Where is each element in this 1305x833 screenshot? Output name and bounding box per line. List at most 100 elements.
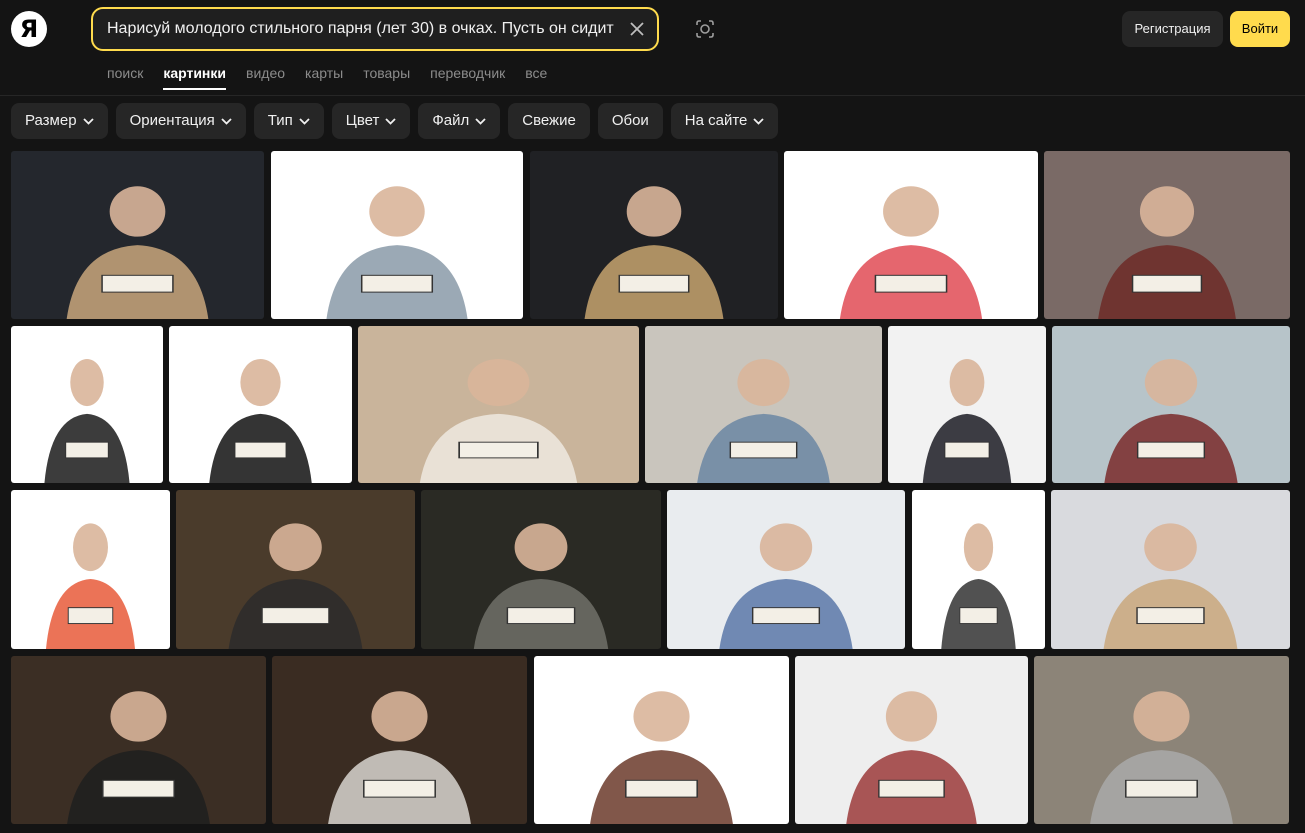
thumbnail-book-shape (101, 274, 174, 293)
filter-button-0[interactable]: Размер (11, 103, 108, 139)
thumbnail-head-shape (269, 523, 322, 572)
thumbnail-book-shape (944, 441, 990, 459)
header-divider (0, 95, 1305, 96)
image-thumbnail (326, 186, 468, 319)
image-result-2-5[interactable] (1051, 490, 1290, 649)
tab-6[interactable]: все (525, 60, 547, 90)
image-result-0-1[interactable] (271, 151, 523, 319)
image-search-button[interactable] (690, 14, 720, 44)
filter-label: Цвет (345, 112, 380, 129)
image-thumbnail (66, 186, 209, 319)
thumbnail-book-shape (360, 274, 434, 293)
image-result-2-2[interactable] (421, 490, 661, 649)
chevron-down-icon (753, 117, 765, 125)
chevron-down-icon (475, 117, 486, 125)
search-box[interactable]: Нарисуй молодого стильного парня (лет 30… (91, 7, 659, 51)
thumbnail-book-shape (506, 607, 576, 625)
image-thumbnail (67, 691, 210, 824)
image-thumbnail (44, 358, 130, 483)
image-thumbnail (1090, 691, 1233, 824)
thumbnail-head-shape (73, 523, 108, 572)
image-result-1-0[interactable] (11, 326, 163, 483)
thumbnail-head-shape (1133, 691, 1190, 742)
image-thumbnail (45, 523, 136, 649)
tab-4[interactable]: товары (363, 60, 410, 90)
image-result-0-3[interactable] (784, 151, 1038, 319)
thumbnail-book-shape (67, 607, 114, 625)
thumbnail-head-shape (369, 186, 425, 237)
login-button[interactable]: Войти (1230, 11, 1290, 47)
thumbnail-book-shape (1131, 274, 1203, 293)
thumbnail-book-shape (618, 274, 690, 293)
image-result-1-4[interactable] (888, 326, 1046, 483)
thumbnail-head-shape (737, 358, 790, 407)
filter-button-6[interactable]: Обои (597, 103, 663, 139)
filter-label: Обои (611, 112, 649, 129)
filter-button-1[interactable]: Ориентация (115, 103, 246, 139)
thumbnail-head-shape (885, 691, 938, 742)
thumbnail-book-shape (1136, 441, 1206, 459)
image-result-1-1[interactable] (169, 326, 352, 483)
thumbnail-head-shape (1144, 358, 1198, 407)
image-result-2-3[interactable] (667, 490, 905, 649)
image-thumbnail (328, 691, 471, 824)
register-button[interactable]: Регистрация (1122, 11, 1223, 47)
image-thumbnail (719, 523, 853, 649)
tab-1[interactable]: картинки (163, 60, 226, 90)
thumbnail-head-shape (633, 691, 690, 742)
image-result-1-2[interactable] (358, 326, 639, 483)
thumbnail-book-shape (959, 607, 998, 625)
thumbnail-head-shape (883, 186, 939, 237)
thumbnail-head-shape (371, 691, 428, 742)
filter-button-5[interactable]: Свежие (508, 103, 590, 139)
image-thumbnail (584, 186, 724, 319)
image-thumbnail (846, 691, 977, 824)
image-result-3-2[interactable] (534, 656, 789, 824)
header-bar: Я Нарисуй молодого стильного парня (лет … (0, 0, 1305, 96)
image-result-0-0[interactable] (11, 151, 264, 319)
thumbnail-head-shape (963, 523, 994, 572)
thumbnail-book-shape (878, 779, 945, 798)
image-result-0-4[interactable] (1044, 151, 1290, 319)
thumbnail-head-shape (70, 358, 104, 407)
thumbnail-book-shape (261, 607, 330, 625)
close-icon (630, 22, 644, 36)
filter-button-7[interactable]: На сайте (670, 103, 779, 139)
filter-button-2[interactable]: Тип (253, 103, 324, 139)
image-thumbnail (922, 358, 1012, 483)
thumbnail-head-shape (759, 523, 813, 572)
filter-button-3[interactable]: Цвет (331, 103, 411, 139)
image-result-2-1[interactable] (176, 490, 415, 649)
search-input[interactable]: Нарисуй молодого стильного парня (лет 30… (107, 9, 617, 49)
image-thumbnail (1098, 186, 1236, 319)
image-result-2-4[interactable] (912, 490, 1045, 649)
image-thumbnail (941, 523, 1016, 649)
image-result-1-5[interactable] (1052, 326, 1290, 483)
yandex-logo[interactable]: Я (11, 11, 47, 47)
thumbnail-head-shape (109, 186, 166, 237)
image-result-3-1[interactable] (272, 656, 527, 824)
thumbnail-book-shape (234, 441, 287, 459)
image-result-3-4[interactable] (1034, 656, 1289, 824)
thumbnail-book-shape (1125, 779, 1198, 798)
filter-button-4[interactable]: Файл (418, 103, 501, 139)
image-result-1-3[interactable] (645, 326, 882, 483)
image-thumbnail (419, 358, 578, 483)
tab-2[interactable]: видео (246, 60, 285, 90)
filter-label: На сайте (684, 112, 748, 129)
tab-3[interactable]: карты (305, 60, 343, 90)
image-result-0-2[interactable] (530, 151, 778, 319)
tab-0[interactable]: поиск (107, 60, 143, 90)
image-result-3-0[interactable] (11, 656, 266, 824)
thumbnail-book-shape (1136, 607, 1205, 625)
image-thumbnail (839, 186, 983, 319)
thumbnail-head-shape (949, 358, 985, 407)
tab-5[interactable]: переводчик (430, 60, 505, 90)
image-thumbnail (697, 358, 830, 483)
image-result-3-3[interactable] (795, 656, 1028, 824)
thumbnail-head-shape (1139, 186, 1195, 237)
camera-icon (696, 20, 714, 38)
image-result-2-0[interactable] (11, 490, 170, 649)
thumbnail-head-shape (514, 523, 568, 572)
clear-search-button[interactable] (625, 17, 649, 41)
